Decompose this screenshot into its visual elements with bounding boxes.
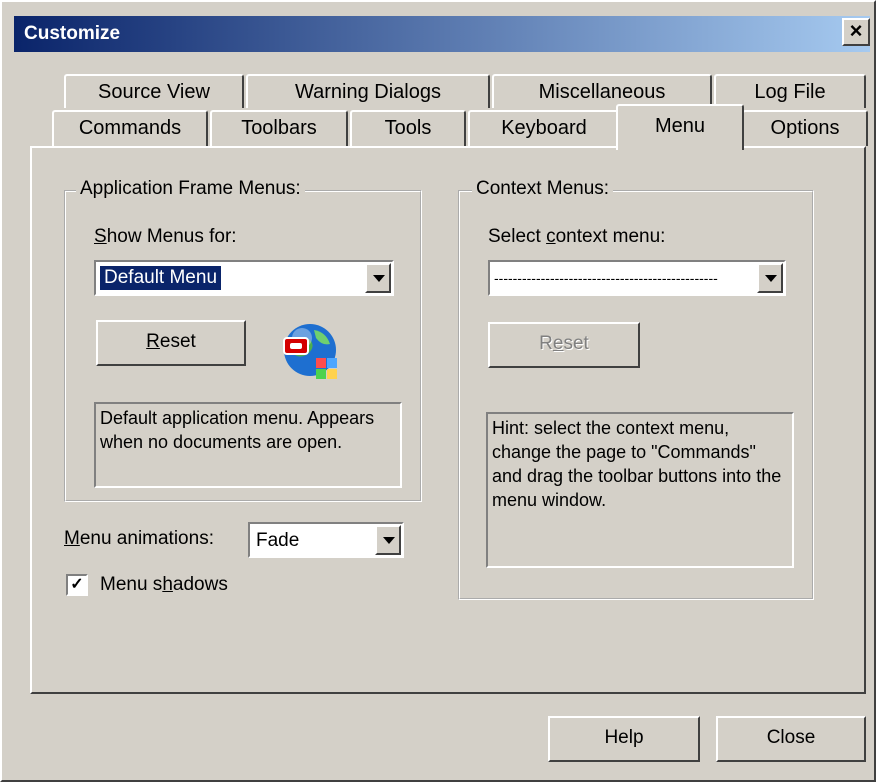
- close-window-button[interactable]: ×: [842, 18, 870, 46]
- tab-toolbars[interactable]: Toolbars: [210, 110, 348, 146]
- context-hint-text: Hint: select the context menu, change th…: [486, 412, 794, 568]
- context-reset-button: Reset: [488, 322, 640, 368]
- select-context-label: Select context menu:: [488, 226, 666, 247]
- chevron-down-icon[interactable]: [757, 263, 783, 293]
- show-menus-select[interactable]: Default Menu: [94, 260, 394, 296]
- menu-animations-select[interactable]: Fade: [248, 522, 404, 558]
- menu-animations-label: Menu animations:: [64, 528, 214, 549]
- show-menus-value: Default Menu: [100, 266, 222, 290]
- context-menus-legend: Context Menus:: [472, 178, 614, 200]
- app-reset-button[interactable]: Reset: [96, 320, 246, 366]
- window-title: Customize: [24, 23, 121, 44]
- menu-tab-panel: Application Frame Menus: Show Menus for:…: [30, 146, 866, 694]
- close-button[interactable]: Close: [716, 716, 866, 762]
- show-menus-label: Show Menus for:: [94, 226, 237, 247]
- chevron-down-icon[interactable]: [365, 263, 391, 293]
- tab-log-file[interactable]: Log File: [714, 74, 866, 108]
- help-button[interactable]: Help: [548, 716, 700, 762]
- tab-keyboard[interactable]: Keyboard: [468, 110, 620, 146]
- context-menu-value: ----------------------------------------…: [494, 270, 718, 286]
- app-frame-legend: Application Frame Menus:: [76, 178, 305, 200]
- menu-shadows-label: Menu shadows: [100, 574, 228, 595]
- tab-menu[interactable]: Menu: [616, 104, 744, 150]
- menu-shadows-checkbox[interactable]: ✓: [66, 574, 88, 596]
- tab-tools[interactable]: Tools: [350, 110, 466, 146]
- chevron-down-icon[interactable]: [375, 525, 401, 555]
- tab-commands[interactable]: Commands: [52, 110, 208, 146]
- title-bar: Customize ×: [14, 16, 870, 52]
- app-menu-description: Default application menu. Appears when n…: [94, 402, 402, 488]
- globe-menu-icon: [280, 320, 340, 380]
- tab-miscellaneous[interactable]: Miscellaneous: [492, 74, 712, 108]
- customize-dialog: Customize × Source View Warning Dialogs …: [0, 0, 876, 782]
- menu-animations-value: Fade: [256, 530, 300, 551]
- context-menu-select[interactable]: ----------------------------------------…: [488, 260, 786, 296]
- tab-options[interactable]: Options: [742, 110, 868, 146]
- tab-warning-dialogs[interactable]: Warning Dialogs: [246, 74, 490, 108]
- tab-source-view[interactable]: Source View: [64, 74, 244, 108]
